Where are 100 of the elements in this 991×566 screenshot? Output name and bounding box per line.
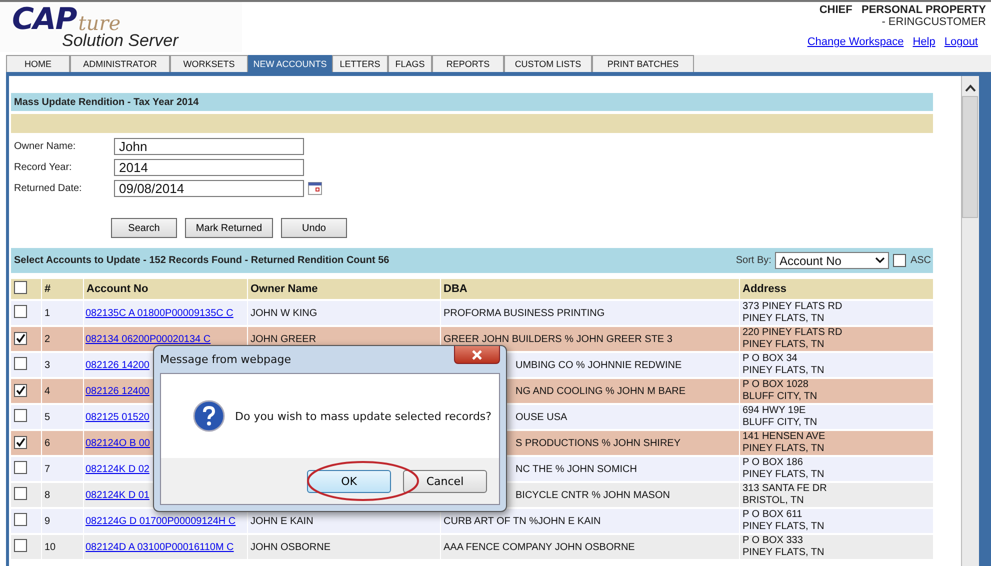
row-number: 5 [41, 404, 83, 430]
address-line: BLUFF CITY, TN [742, 391, 818, 403]
dba-text: AAA FENCE COMPANY JOHN OSBORNE [444, 542, 635, 552]
header-link[interactable]: Change Workspace [807, 36, 904, 48]
dba-text: PROFORMA BUSINESS PRINTING [444, 308, 605, 318]
nav-tab[interactable]: PRINT BATCHES [592, 55, 694, 72]
calendar-icon[interactable] [308, 182, 322, 195]
dialog-title: Message from webpage [160, 353, 292, 366]
dba-text: OUSE USA [516, 412, 568, 422]
dialog-message: Do you wish to mass update selected records? [235, 410, 492, 422]
dialog-button[interactable]: Cancel [403, 470, 487, 492]
row-number: 7 [41, 456, 83, 482]
dba-text: GREER JOHN BUILDERS % JOHN GREER STE 3 [444, 334, 672, 344]
logo-subtitle: Solution Server [62, 33, 180, 49]
dba-text: CURB ART OF TN %JOHN E KAIN [444, 516, 601, 526]
form-button[interactable]: Undo [281, 218, 347, 238]
row-number: 8 [41, 482, 83, 508]
results-title: Select Accounts to Update - 152 Records Found - Returned Rendition Count 56 [13, 255, 390, 266]
header-link[interactable]: Logout [944, 36, 978, 48]
checkbox[interactable] [14, 487, 27, 500]
address-line: 313 SANTA FE DR [742, 484, 828, 495]
close-button[interactable] [454, 346, 500, 364]
address-line: PINEY FLATS, TN [742, 443, 826, 455]
logo-script-text: ture [78, 13, 121, 33]
address-line: P O BOX 611 [742, 510, 804, 521]
header-link[interactable]: Help [912, 36, 936, 48]
account-link[interactable]: 082124K D 02 [86, 464, 150, 474]
address-line: PINEY FLATS, TN [742, 469, 826, 481]
field-label: Record Year: [13, 162, 73, 173]
address-line: PINEY FLATS, TN [742, 365, 826, 377]
section-title: Mass Update Rendition - Tax Year 2014 [13, 96, 199, 108]
address-line: PINEY FLATS, TN [742, 547, 826, 559]
input-field[interactable]: John [114, 138, 304, 155]
account-link[interactable]: 082126 12400 [86, 386, 150, 396]
checkbox[interactable] [14, 461, 27, 474]
nav-tab[interactable]: FLAGS [388, 55, 432, 72]
field-label: Returned Date: [13, 183, 83, 194]
column-header: # [41, 279, 83, 300]
input-field[interactable]: 09/08/2014 [114, 180, 304, 197]
address-line: BRISTOL, TN [742, 495, 805, 507]
user-info: CHIEF PERSONAL PROPERTY [819, 4, 986, 16]
address-line: P O BOX 186 [742, 458, 804, 469]
address-line: PINEY FLATS, TN [742, 339, 826, 351]
asc-label: ASC [910, 255, 931, 266]
checkbox[interactable] [14, 332, 27, 344]
owner-name: JOHN OSBORNE [250, 542, 331, 552]
row-number: 1 [41, 300, 83, 326]
checkbox[interactable] [14, 539, 27, 552]
close-icon [471, 350, 483, 360]
account-link[interactable]: 082124K D 01 [86, 490, 150, 500]
nav-tab[interactable]: ADMINISTRATOR [70, 55, 170, 72]
nav-tab[interactable]: REPORTS [432, 55, 504, 72]
question-icon [193, 400, 225, 432]
column-header: Address [739, 279, 933, 300]
account-link[interactable]: 082124O B 00 [86, 438, 150, 448]
column-header: DBA [440, 279, 739, 300]
address-line: BLUFF CITY, TN [742, 417, 818, 429]
dialog-button[interactable]: OK [307, 470, 391, 492]
logo-text: CAP [12, 7, 76, 33]
nav-tab[interactable]: NEW ACCOUNTS [248, 55, 332, 72]
form-button[interactable]: Search [111, 218, 177, 238]
form-button[interactable]: Mark Returned [185, 218, 273, 238]
column-header: Owner Name [247, 279, 440, 300]
account-link[interactable]: 082126 14200 [86, 360, 150, 370]
owner-name: JOHN GREER [250, 334, 316, 344]
dba-text: S PRODUCTIONS % JOHN SHIREY [516, 438, 681, 448]
address-line: PINEY FLATS, TN [742, 521, 826, 533]
row-number: 10 [41, 534, 83, 559]
row-number: 2 [41, 326, 83, 352]
checkbox[interactable] [14, 305, 27, 318]
checkbox[interactable] [14, 384, 27, 396]
scrollbar[interactable] [961, 76, 979, 566]
scroll-thumb[interactable] [962, 96, 978, 218]
checkbox[interactable] [14, 357, 27, 370]
field-label: Owner Name: [13, 141, 77, 152]
row-number: 3 [41, 352, 83, 378]
dba-text: NG AND COOLING % JOHN M BARE [516, 386, 686, 396]
nav-tab[interactable]: CUSTOM LISTS [504, 55, 592, 72]
address-line: 373 PINEY FLATS RD [742, 302, 844, 313]
row-number: 4 [41, 378, 83, 404]
chevron-down-icon[interactable] [875, 257, 886, 264]
dba-text: UMBING CO % JOHNNIE REDWINE [516, 360, 682, 370]
checkbox[interactable] [14, 409, 27, 422]
input-field[interactable]: 2014 [114, 159, 304, 176]
sort-label: Sort By: [736, 255, 772, 266]
checkbox[interactable] [14, 436, 27, 448]
nav-tab[interactable]: HOME [6, 55, 70, 72]
scroll-up-icon[interactable] [964, 84, 976, 92]
checkbox[interactable] [14, 513, 27, 526]
owner-name: JOHN W KING [250, 308, 318, 318]
nav-tab[interactable]: WORKSETS [170, 55, 248, 72]
address-line: P O BOX 34 [742, 354, 798, 365]
nav-tab[interactable]: LETTERS [332, 55, 388, 72]
checkbox[interactable] [893, 254, 906, 267]
account-link[interactable]: 082125 01520 [86, 412, 150, 422]
address-line: PINEY FLATS, TN [742, 313, 826, 325]
sort-dropdown[interactable]: Account No [775, 252, 890, 269]
row-number: 9 [41, 508, 83, 534]
row-number: 6 [41, 430, 83, 456]
checkbox[interactable] [14, 281, 27, 294]
